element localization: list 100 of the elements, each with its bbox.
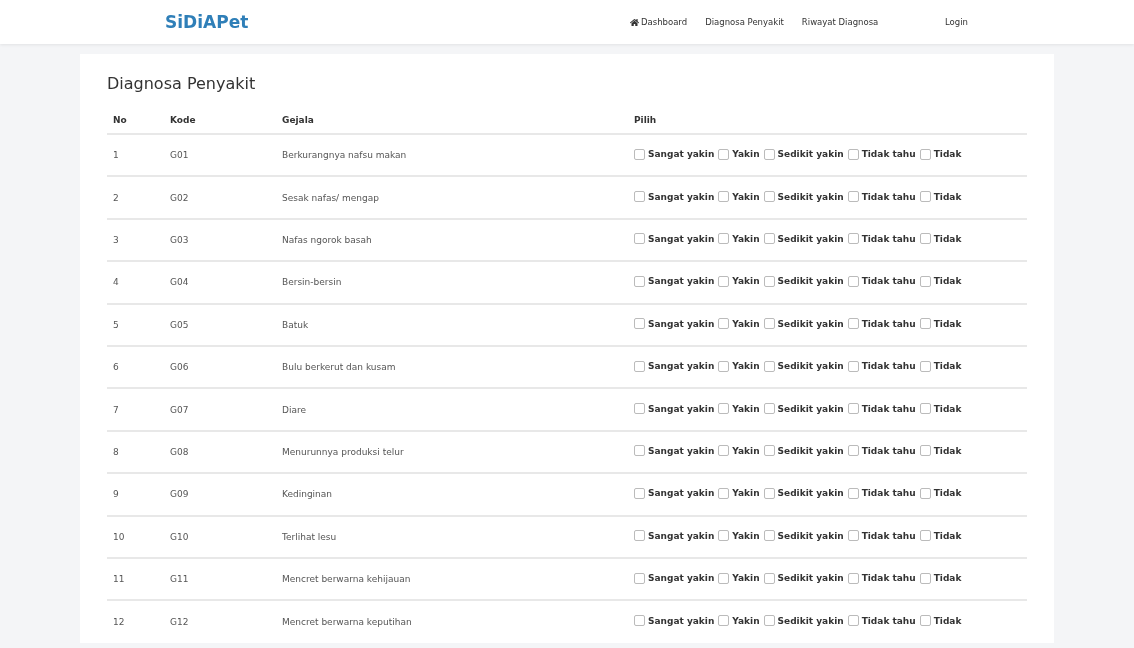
checkbox-option[interactable]: Tidak — [919, 233, 962, 245]
checkbox[interactable] — [919, 615, 931, 627]
checkbox[interactable] — [718, 318, 730, 330]
checkbox-option[interactable]: Tidak tahu — [847, 233, 916, 245]
checkbox-option[interactable]: Tidak — [919, 318, 962, 330]
checkbox-option[interactable]: Sedikit yakin — [763, 360, 844, 372]
checkbox-option[interactable]: Sedikit yakin — [763, 318, 844, 330]
checkbox[interactable] — [718, 487, 730, 499]
checkbox[interactable] — [847, 191, 859, 203]
checkbox-option[interactable]: Tidak tahu — [847, 403, 916, 415]
checkbox[interactable] — [763, 615, 775, 627]
checkbox[interactable] — [763, 148, 775, 160]
checkbox-option[interactable]: Tidak — [919, 530, 962, 542]
checkbox-option[interactable]: Tidak tahu — [847, 360, 916, 372]
checkbox-option[interactable]: Sangat yakin — [634, 487, 715, 499]
checkbox-option[interactable]: Tidak — [919, 360, 962, 372]
checkbox[interactable] — [634, 360, 645, 372]
checkbox-option[interactable]: Sangat yakin — [634, 403, 715, 415]
checkbox-option[interactable]: Tidak — [919, 445, 962, 457]
checkbox-option[interactable]: Sedikit yakin — [763, 275, 844, 287]
checkbox[interactable] — [763, 445, 775, 457]
checkbox[interactable] — [919, 275, 931, 287]
checkbox[interactable] — [763, 487, 775, 499]
checkbox[interactable] — [634, 572, 645, 584]
checkbox-option[interactable]: Tidak tahu — [847, 191, 916, 203]
checkbox-option[interactable]: Tidak — [919, 148, 962, 160]
checkbox[interactable] — [718, 572, 730, 584]
checkbox-option[interactable]: Yakin — [718, 275, 760, 287]
checkbox[interactable] — [847, 148, 859, 160]
checkbox[interactable] — [763, 275, 775, 287]
checkbox-option[interactable]: Sedikit yakin — [763, 572, 844, 584]
checkbox[interactable] — [919, 530, 931, 542]
checkbox-option[interactable]: Yakin — [718, 530, 760, 542]
checkbox[interactable] — [847, 572, 859, 584]
checkbox[interactable] — [718, 191, 730, 203]
checkbox[interactable] — [634, 403, 645, 415]
checkbox[interactable] — [763, 233, 775, 245]
checkbox-option[interactable]: Sangat yakin — [634, 191, 715, 203]
checkbox[interactable] — [763, 318, 775, 330]
checkbox[interactable] — [847, 487, 859, 499]
checkbox[interactable] — [847, 318, 859, 330]
checkbox-option[interactable]: Sedikit yakin — [763, 403, 844, 415]
checkbox-option[interactable]: Sangat yakin — [634, 360, 715, 372]
checkbox-option[interactable]: Sedikit yakin — [763, 487, 844, 499]
checkbox-option[interactable]: Tidak tahu — [847, 445, 916, 457]
checkbox[interactable] — [718, 148, 730, 160]
checkbox-option[interactable]: Sedikit yakin — [763, 530, 844, 542]
checkbox-option[interactable]: Tidak — [919, 403, 962, 415]
checkbox-option[interactable]: Yakin — [718, 445, 760, 457]
checkbox[interactable] — [634, 233, 645, 245]
checkbox[interactable] — [718, 615, 730, 627]
checkbox[interactable] — [763, 572, 775, 584]
checkbox[interactable] — [634, 275, 645, 287]
checkbox[interactable] — [634, 148, 645, 160]
checkbox[interactable] — [718, 233, 730, 245]
checkbox[interactable] — [847, 360, 859, 372]
checkbox-option[interactable]: Yakin — [718, 318, 760, 330]
checkbox-option[interactable]: Sedikit yakin — [763, 445, 844, 457]
checkbox[interactable] — [847, 403, 859, 415]
checkbox-option[interactable]: Yakin — [718, 360, 760, 372]
nav-link[interactable]: Riwayat Diagnosa — [801, 17, 879, 27]
checkbox[interactable] — [718, 275, 730, 287]
checkbox[interactable] — [634, 615, 645, 627]
checkbox-option[interactable]: Tidak tahu — [847, 572, 916, 584]
checkbox[interactable] — [634, 191, 645, 203]
checkbox-option[interactable]: Tidak tahu — [847, 275, 916, 287]
checkbox[interactable] — [763, 360, 775, 372]
checkbox[interactable] — [919, 318, 931, 330]
checkbox-option[interactable]: Sangat yakin — [634, 572, 715, 584]
checkbox-option[interactable]: Sangat yakin — [634, 318, 715, 330]
checkbox[interactable] — [718, 445, 730, 457]
checkbox-option[interactable]: Sangat yakin — [634, 445, 715, 457]
checkbox-option[interactable]: Yakin — [718, 487, 760, 499]
checkbox-option[interactable]: Tidak tahu — [847, 148, 916, 160]
checkbox-option[interactable]: Tidak — [919, 191, 962, 203]
checkbox-option[interactable]: Sedikit yakin — [763, 233, 844, 245]
checkbox-option[interactable]: Tidak — [919, 487, 962, 499]
brand-logo[interactable]: SiDiAPet — [0, 12, 630, 32]
checkbox[interactable] — [919, 487, 931, 499]
checkbox[interactable] — [763, 403, 775, 415]
checkbox[interactable] — [847, 530, 859, 542]
checkbox[interactable] — [718, 530, 730, 542]
checkbox[interactable] — [919, 191, 931, 203]
checkbox[interactable] — [718, 403, 730, 415]
checkbox[interactable] — [634, 318, 645, 330]
checkbox[interactable] — [634, 487, 645, 499]
checkbox-option[interactable]: Sangat yakin — [634, 148, 715, 160]
checkbox-option[interactable]: Tidak tahu — [847, 487, 916, 499]
checkbox[interactable] — [919, 445, 931, 457]
checkbox-option[interactable]: Sangat yakin — [634, 233, 715, 245]
checkbox-option[interactable]: Sangat yakin — [634, 530, 715, 542]
checkbox-option[interactable]: Sedikit yakin — [763, 148, 844, 160]
checkbox-option[interactable]: Tidak tahu — [847, 318, 916, 330]
checkbox-option[interactable]: Sedikit yakin — [763, 191, 844, 203]
checkbox[interactable] — [718, 360, 730, 372]
nav-link[interactable]: Diagnosa Penyakit — [705, 17, 784, 27]
checkbox-option[interactable]: Tidak tahu — [847, 530, 916, 542]
checkbox-option[interactable]: Yakin — [718, 403, 760, 415]
checkbox[interactable] — [919, 148, 931, 160]
checkbox[interactable] — [919, 572, 931, 584]
